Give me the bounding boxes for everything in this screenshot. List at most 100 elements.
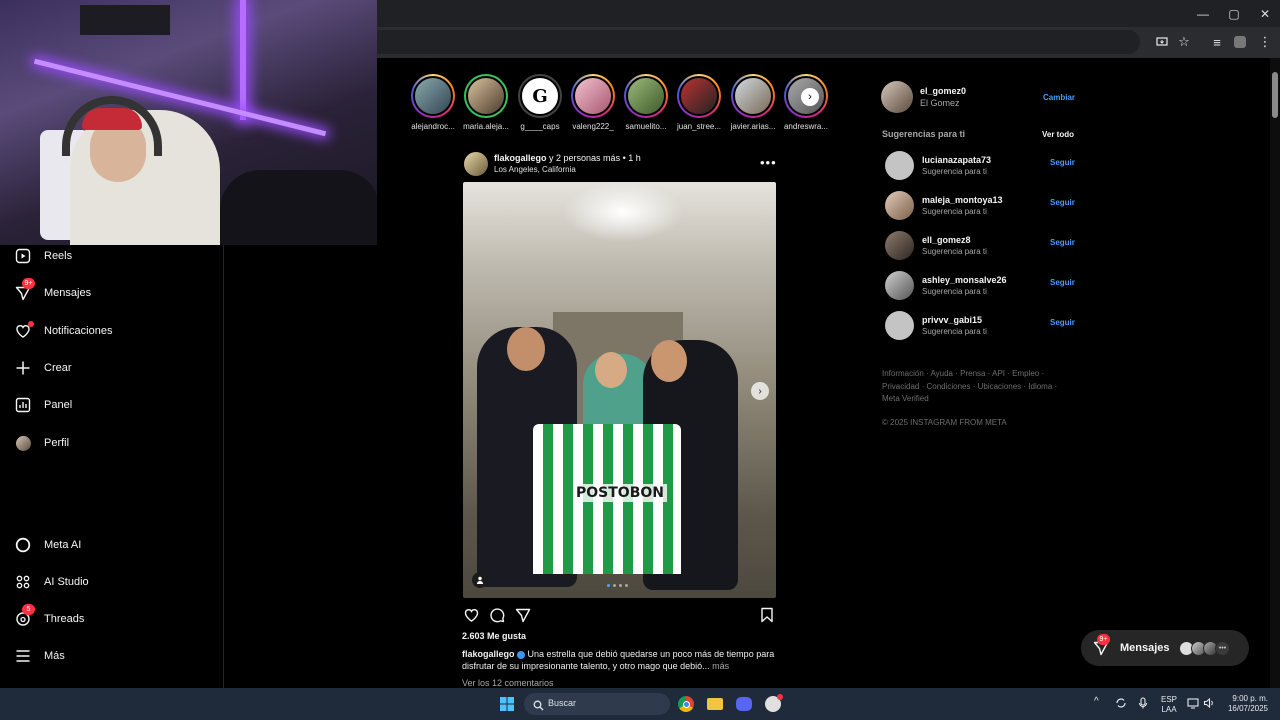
bookmark-star-icon[interactable]: ☆ (1174, 32, 1194, 52)
story-item[interactable]: G g____caps (517, 74, 563, 131)
chrome-icon[interactable] (676, 694, 696, 714)
tray-chevron-icon[interactable]: ^ (1094, 696, 1099, 707)
like-count[interactable]: 2.603 Me gusta (462, 631, 526, 641)
taskbar-search[interactable]: Buscar (524, 693, 670, 715)
nav-profile[interactable]: Perfil (14, 428, 69, 458)
discord-icon[interactable] (734, 694, 754, 714)
story-item[interactable]: juan_stree... (676, 74, 722, 131)
network-icon[interactable] (1187, 697, 1199, 711)
suggestion-username[interactable]: ashley_monsalve26 (922, 275, 1007, 285)
nav-notifications[interactable]: Notificaciones (14, 316, 112, 346)
messages-pill-button[interactable]: 9+ Mensajes ••• (1081, 630, 1249, 666)
scrollbar[interactable] (1270, 58, 1280, 688)
extensions-icon[interactable] (1230, 32, 1250, 52)
story-username: andreswra... (783, 122, 829, 131)
close-window-button[interactable]: ✕ (1250, 0, 1280, 27)
jersey-sponsor-text: POSTOBON (573, 484, 667, 502)
suggestion-username[interactable]: privvv_gabi15 (922, 315, 982, 325)
suggestion-avatar[interactable] (885, 191, 914, 220)
nav-more[interactable]: Más (14, 641, 65, 671)
follow-button[interactable]: Seguir (1050, 278, 1075, 287)
share-icon[interactable] (514, 606, 532, 624)
nav-meta-ai[interactable]: Meta AI (14, 530, 81, 560)
suggestion-avatar[interactable] (885, 231, 914, 260)
comment-icon[interactable] (488, 606, 506, 624)
follow-button[interactable]: Seguir (1050, 238, 1075, 247)
steam-icon[interactable] (763, 694, 783, 714)
story-item[interactable]: alejandroc... (410, 74, 456, 131)
post-image[interactable]: POSTOBON (463, 182, 776, 598)
install-app-icon[interactable] (1152, 32, 1172, 52)
current-username[interactable]: el_gomez0 (920, 86, 966, 96)
nav-create[interactable]: Crear (14, 353, 72, 383)
threads-icon: 5 (14, 604, 35, 628)
suggestion-avatar[interactable] (885, 151, 914, 180)
nav-threads[interactable]: 5 Threads (14, 604, 84, 634)
post-author[interactable]: flakogallego y 2 personas más • 1 h (494, 153, 641, 163)
minimize-button[interactable]: — (1188, 0, 1218, 27)
volume-icon[interactable] (1203, 697, 1215, 711)
nav-ai-studio[interactable]: AI Studio (14, 567, 89, 597)
story-item[interactable]: javier.arias... (730, 74, 776, 131)
tagged-people-icon[interactable] (472, 572, 488, 588)
post-time: 1 h (628, 153, 641, 163)
carousel-next-button[interactable]: › (751, 382, 769, 400)
story-item[interactable]: maria.aleja... (463, 74, 509, 131)
messages-pill-badge: 9+ (1097, 634, 1110, 645)
browser-menu-icon[interactable]: ⋮ (1255, 32, 1275, 52)
suggestion-username[interactable]: ell_gomez8 (922, 235, 971, 245)
suggestion-row: ashley_monsalve26 Sugerencia para ti Seg… (885, 271, 1075, 301)
switch-account-link[interactable]: Cambiar (1043, 93, 1075, 102)
post-username[interactable]: flakogallego (494, 153, 547, 163)
nav-dashboard[interactable]: Panel (14, 390, 72, 420)
search-label: Buscar (548, 698, 577, 708)
clock-date: 16/07/2025 (1227, 704, 1268, 713)
footer-links[interactable]: Información · Ayuda · Prensa · API · Emp… (882, 368, 1062, 406)
follow-button[interactable]: Seguir (1050, 198, 1075, 207)
save-bookmark-icon[interactable] (758, 606, 776, 624)
post-location[interactable]: Los Angeles, California (494, 165, 576, 174)
stories-next-button[interactable]: › (801, 88, 819, 106)
post-options-icon[interactable]: ••• (760, 155, 777, 170)
story-item[interactable]: valeng222_ (570, 74, 616, 131)
scrollbar-thumb[interactable] (1272, 72, 1278, 118)
suggestion-row: ell_gomez8 Sugerencia para ti Seguir (885, 231, 1075, 261)
ai-studio-icon (14, 573, 32, 591)
suggestion-username[interactable]: lucianazapata73 (922, 155, 991, 165)
nav-label: Crear (44, 362, 72, 374)
nav-label: Notificaciones (44, 325, 113, 337)
search-icon (533, 698, 544, 716)
nav-messages[interactable]: 9+ Mensajes (14, 278, 91, 308)
notification-dot (28, 321, 34, 327)
reading-list-icon[interactable]: ≡ (1207, 32, 1227, 52)
follow-button[interactable]: Seguir (1050, 318, 1075, 327)
current-user-avatar[interactable] (881, 81, 913, 113)
nav-reels[interactable]: Reels (14, 241, 72, 271)
clock[interactable]: 9:00 p. m. 16/07/2025 (1224, 694, 1268, 714)
caption-username[interactable]: flakogallego (462, 649, 515, 659)
like-icon[interactable] (462, 606, 480, 624)
webcam-neon-light (240, 0, 246, 120)
file-explorer-icon[interactable] (705, 694, 725, 714)
see-all-link[interactable]: Ver todo (1042, 130, 1074, 139)
caption-more-link[interactable]: más (712, 661, 729, 671)
microphone-icon[interactable] (1138, 697, 1148, 711)
suggestion-avatar[interactable] (885, 311, 914, 340)
meta-ai-icon (14, 536, 32, 554)
view-comments-link[interactable]: Ver los 12 comentarios (462, 678, 554, 688)
follow-button[interactable]: Seguir (1050, 158, 1075, 167)
windows-start-icon[interactable] (497, 694, 517, 714)
story-item[interactable]: samuelito... (623, 74, 669, 131)
post-coauthors[interactable]: y 2 personas más (549, 153, 620, 163)
image-person-right-head (651, 340, 687, 382)
tray-sync-icon[interactable] (1115, 697, 1127, 711)
suggestion-username[interactable]: maleja_montoya13 (922, 195, 1003, 205)
story-username: samuelito... (625, 122, 667, 131)
current-user-name: El Gomez (920, 98, 960, 108)
nav-label: Panel (44, 399, 73, 411)
maximize-button[interactable]: ▢ (1219, 0, 1249, 27)
story-username: valeng222_ (572, 122, 614, 131)
language-indicator[interactable]: ESP LAA (1161, 695, 1177, 715)
post-author-avatar[interactable] (464, 152, 488, 176)
suggestion-avatar[interactable] (885, 271, 914, 300)
